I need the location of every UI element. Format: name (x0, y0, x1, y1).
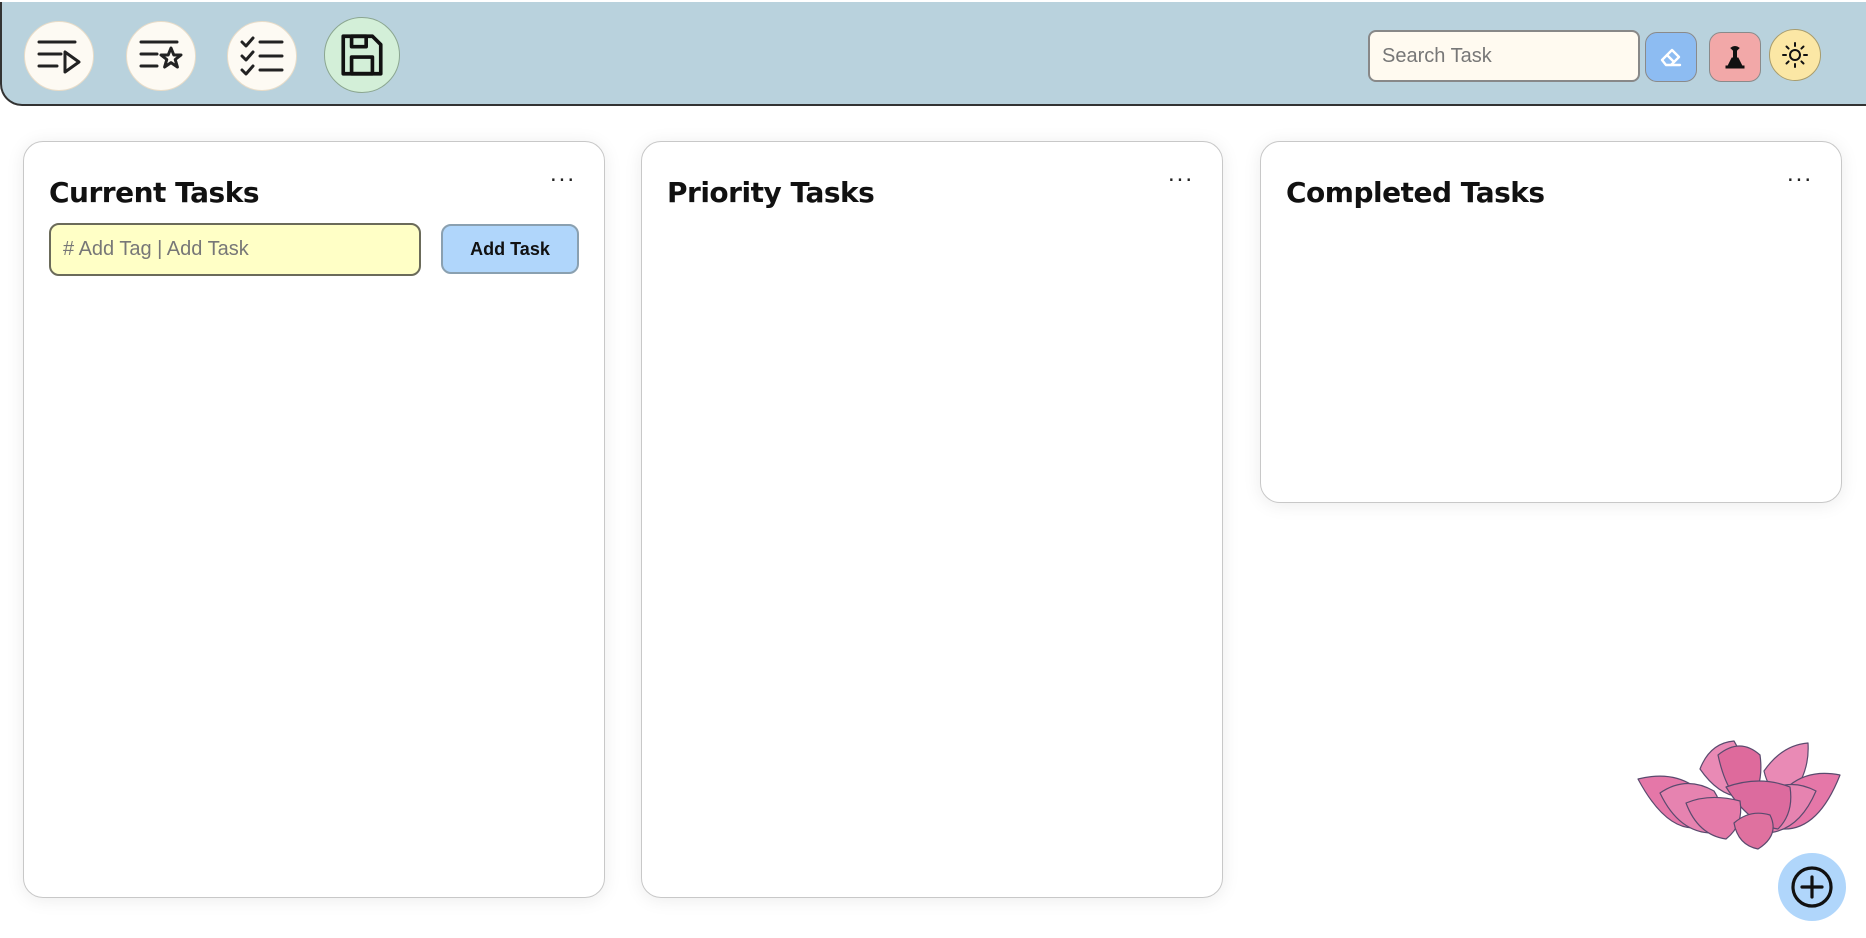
column-title: Completed Tasks (1286, 176, 1545, 209)
add-task-button[interactable]: Add Task (441, 224, 579, 274)
reset-button[interactable] (1709, 32, 1761, 82)
add-task-input[interactable] (49, 223, 421, 276)
column-title: Current Tasks (49, 176, 260, 209)
sun-icon (1782, 42, 1808, 68)
search-input[interactable] (1368, 30, 1640, 82)
save-icon (341, 34, 383, 76)
top-bar (0, 2, 1866, 106)
save-button[interactable] (324, 17, 400, 93)
completed-tasks-column: Completed Tasks ... (1260, 141, 1842, 503)
theme-toggle-button[interactable] (1769, 29, 1821, 81)
priority-tasks-button[interactable] (126, 21, 196, 91)
column-menu-button[interactable]: ... (1787, 162, 1813, 186)
add-button[interactable] (1778, 853, 1846, 921)
column-title: Priority Tasks (667, 176, 875, 209)
priority-tasks-column: Priority Tasks ... (641, 141, 1223, 898)
column-menu-button[interactable]: ... (1168, 162, 1194, 186)
eraser-icon (1660, 48, 1682, 67)
plus-circle-icon (1791, 866, 1833, 908)
lotus-icon (1637, 740, 1841, 850)
priority-tasks-icon (139, 40, 183, 69)
completed-tasks-icon (240, 36, 284, 76)
clear-button[interactable] (1645, 32, 1697, 82)
nuke-icon (1725, 46, 1745, 69)
current-tasks-icon (37, 40, 81, 74)
current-tasks-column: Current Tasks ... Add Task (23, 141, 605, 898)
completed-tasks-button[interactable] (227, 21, 297, 91)
column-menu-button[interactable]: ... (550, 162, 576, 186)
current-tasks-button[interactable] (24, 21, 94, 91)
